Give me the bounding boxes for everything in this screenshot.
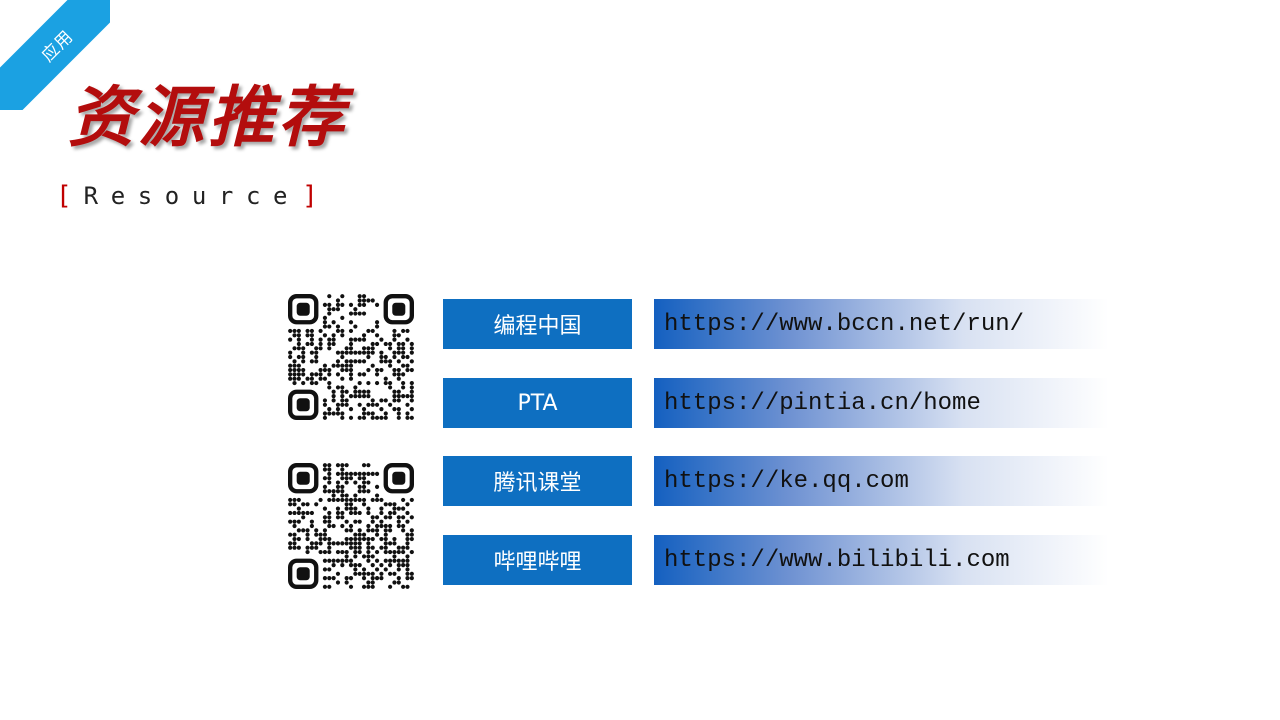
resource-url-bar[interactable]: https://ke.qq.com (654, 456, 1109, 506)
resource-label: 腾讯课堂 (443, 456, 632, 506)
corner-tag: 应用 (37, 26, 78, 66)
resource-url-bar[interactable]: https://www.bilibili.com (654, 535, 1109, 585)
qr-code-icon (288, 294, 414, 420)
resource-url[interactable]: https://ke.qq.com (664, 468, 909, 495)
resource-url[interactable]: https://www.bilibili.com (664, 547, 1010, 574)
resource-row: 编程中国 https://www.bccn.net/run/ (443, 299, 1113, 349)
resource-url[interactable]: https://pintia.cn/home (664, 390, 981, 417)
resource-label: PTA (443, 378, 632, 428)
resource-row: PTA https://pintia.cn/home (443, 378, 1113, 428)
subtitle-word: Resource (83, 182, 301, 210)
page-title: 资源推荐 (68, 78, 348, 156)
close-bracket: ] (302, 181, 318, 211)
page-subtitle: [ Resource ] (56, 180, 318, 212)
resource-url-bar[interactable]: https://pintia.cn/home (654, 378, 1109, 428)
open-bracket: [ (56, 181, 72, 211)
resource-row: 腾讯课堂 https://ke.qq.com (443, 456, 1113, 506)
qr-code-icon (288, 463, 414, 589)
resource-label: 哔哩哔哩 (443, 535, 632, 585)
resource-url[interactable]: https://www.bccn.net/run/ (664, 311, 1024, 338)
resource-label: 编程中国 (443, 299, 632, 349)
resource-url-bar[interactable]: https://www.bccn.net/run/ (654, 299, 1109, 349)
resource-row: 哔哩哔哩 https://www.bilibili.com (443, 535, 1113, 585)
